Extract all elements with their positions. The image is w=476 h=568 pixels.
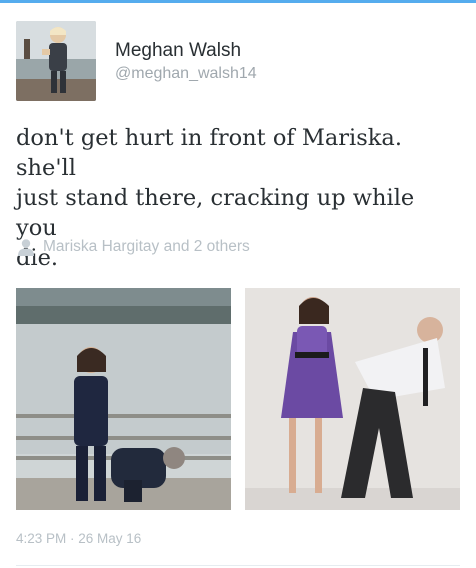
avatar[interactable] [16,21,96,101]
tweet-text-line-2: just stand there, cracking up while you [16,185,415,241]
person-icon [18,239,34,256]
tweet-photo-1[interactable] [16,288,231,510]
top-accent-bar [0,0,476,3]
divider [16,565,460,566]
user-handle[interactable]: @meghan_walsh14 [115,65,257,83]
tweet-photo-2[interactable] [245,288,460,510]
tagged-people[interactable]: Mariska Hargitay and 2 others [16,236,250,258]
tweet-timestamp[interactable]: 4:23 PM · 26 May 16 [16,531,141,546]
tweet-text-line-1: don't get hurt in front of Mariska. she'… [16,125,402,181]
tagged-people-label: Mariska Hargitay and 2 others [43,238,250,255]
display-name[interactable]: Meghan Walsh [115,40,241,62]
